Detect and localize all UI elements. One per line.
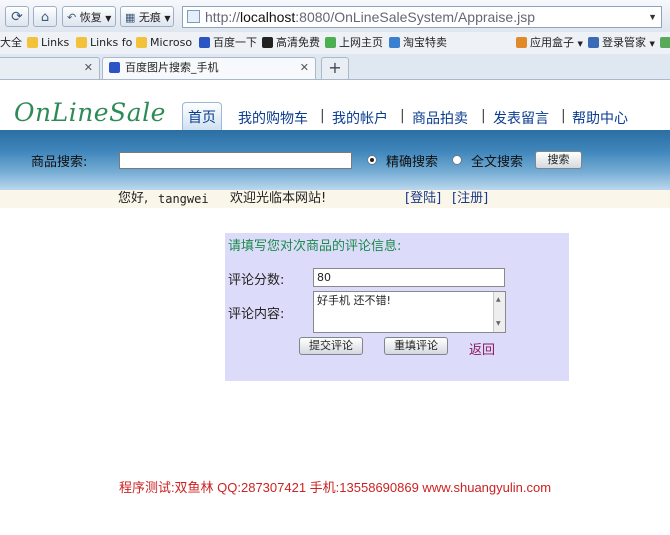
nav-home[interactable]: 首页 <box>182 102 222 130</box>
nav-message[interactable]: 发表留言 <box>493 108 549 128</box>
bookmark-item[interactable]: Links <box>27 32 69 54</box>
home-icon: ⌂ <box>40 10 50 25</box>
bookmark-overflow-icon[interactable] <box>660 32 670 54</box>
username: tangwei <box>158 192 209 206</box>
chevron-down-icon: ▼ <box>164 14 171 23</box>
undo-icon: ↶ <box>67 11 77 24</box>
score-label: 评论分数: <box>228 273 285 288</box>
tab-inactive[interactable]: ✕ <box>0 57 100 79</box>
search-label: 商品搜索: <box>31 155 88 170</box>
close-icon[interactable]: ✕ <box>84 58 93 78</box>
radio-exact-label: 精确搜索 <box>386 155 439 170</box>
folder-icon <box>76 37 87 48</box>
plus-icon: + <box>328 58 342 77</box>
chevron-down-icon: ▼ <box>649 40 655 48</box>
address-host: localhost <box>240 9 296 25</box>
privacy-label: 无痕 <box>138 11 161 24</box>
nav-separator: | <box>320 108 325 124</box>
content-label: 评论内容: <box>228 307 285 322</box>
folder-icon <box>27 37 38 48</box>
nav-separator: | <box>561 108 566 124</box>
back-link[interactable]: 返回 <box>469 339 495 358</box>
app-box-icon <box>516 37 527 48</box>
nav-separator: | <box>400 108 405 124</box>
nav-help[interactable]: 帮助中心 <box>572 108 628 128</box>
content-textarea[interactable]: 好手机 还不错! ▲ ▼ <box>313 291 506 333</box>
address-prefix: http:// <box>205 9 241 25</box>
search-bar: 商品搜索: 精确搜索 全文搜索 搜索 <box>0 130 670 190</box>
bookmark-item[interactable]: 应用盒子 ▼ <box>516 32 583 54</box>
nav-separator: | <box>481 108 486 124</box>
bookmark-item[interactable]: 淘宝特卖 <box>389 32 447 54</box>
video-icon <box>262 37 273 48</box>
scroll-down-icon[interactable]: ▼ <box>496 317 501 331</box>
privacy-icon: ▦ <box>125 11 136 24</box>
page-icon <box>187 10 200 23</box>
bookmark-item[interactable]: 百度一下 <box>199 32 257 54</box>
search-button[interactable]: 搜索 <box>535 151 582 169</box>
tab-active[interactable]: 百度图片搜索_手机 ✕ <box>102 57 316 79</box>
bookmarks-bar: 大全 Links Links fo Microso 百度一下 高清免费 上网主页… <box>0 32 670 55</box>
search-input[interactable] <box>119 152 352 169</box>
reset-button[interactable]: 重填评论 <box>384 337 448 355</box>
bookmark-item[interactable]: Links fo <box>76 32 132 54</box>
site-logo: OnLineSale <box>14 98 166 127</box>
address-rest: :8080/OnLineSaleSystem/Appraise.jsp <box>295 9 535 25</box>
chevron-down-icon: ▼ <box>105 14 112 23</box>
privacy-button[interactable]: ▦ 无痕 ▼ <box>120 6 174 27</box>
restore-button[interactable]: ↶ 恢复 ▼ <box>62 6 116 27</box>
footer-credits: 程序测试:双鱼林 QQ:287307421 手机:13558690869 www… <box>118 480 552 495</box>
restore-label: 恢复 <box>79 11 102 24</box>
radio-fulltext-label: 全文搜索 <box>471 155 524 170</box>
login-link[interactable]: [登陆] <box>405 190 441 208</box>
nav-account[interactable]: 我的帐户 <box>332 108 388 128</box>
taobao-icon <box>389 37 400 48</box>
bookmark-item[interactable]: 登录管家 ▼ <box>588 32 655 54</box>
address-bar[interactable]: http://localhost:8080/OnLineSaleSystem/A… <box>182 6 662 28</box>
bookmark-item[interactable]: 高清免费 <box>262 32 320 54</box>
appraise-form: 请填写您对次商品的评论信息: 评论分数: 80 评论内容: 好手机 还不错! ▲… <box>225 233 569 381</box>
folder-icon <box>136 37 147 48</box>
radio-fulltext[interactable] <box>452 155 462 165</box>
welcome-message: 欢迎光临本网站! <box>230 191 327 206</box>
content-text: 好手机 还不错! <box>317 294 391 307</box>
baidu-icon <box>109 62 120 73</box>
bookmark-item[interactable]: 大全 <box>0 32 22 54</box>
nav-auction[interactable]: 商品拍卖 <box>412 108 468 128</box>
browser-toolbar: ⟳ ⌂ ↶ 恢复 ▼ ▦ 无痕 ▼ http://localhost:8080/… <box>0 0 670 33</box>
bookmark-item[interactable]: 上网主页 <box>325 32 383 54</box>
home-page-icon <box>325 37 336 48</box>
home-button[interactable]: ⌂ <box>33 6 57 27</box>
form-title: 请填写您对次商品的评论信息: <box>228 239 402 254</box>
baidu-icon <box>199 37 210 48</box>
chevron-down-icon[interactable]: ▼ <box>648 7 657 27</box>
bookmark-item[interactable]: Microso <box>136 32 192 54</box>
new-tab-button[interactable]: + <box>321 57 349 79</box>
chevron-down-icon: ▼ <box>577 40 583 48</box>
submit-button[interactable]: 提交评论 <box>299 337 363 355</box>
register-link[interactable]: [注册] <box>452 190 488 208</box>
refresh-icon: ⟳ <box>11 9 23 25</box>
welcome-strip: 您好, tangwei 欢迎光临本网站! [登陆] [注册] <box>0 190 670 208</box>
greeting-text: 您好, <box>118 191 149 206</box>
scroll-up-icon[interactable]: ▲ <box>496 293 501 307</box>
key-icon <box>588 37 599 48</box>
score-input[interactable]: 80 <box>313 268 505 287</box>
radio-exact[interactable] <box>367 155 377 165</box>
tab-label: 百度图片搜索_手机 <box>125 61 219 74</box>
tab-bar: ✕ 百度图片搜索_手机 ✕ + <box>0 54 670 80</box>
refresh-button[interactable]: ⟳ <box>5 6 29 27</box>
textarea-scrollbar[interactable]: ▲ ▼ <box>493 292 505 332</box>
close-icon[interactable]: ✕ <box>300 58 309 78</box>
nav-cart[interactable]: 我的购物车 <box>238 108 308 128</box>
